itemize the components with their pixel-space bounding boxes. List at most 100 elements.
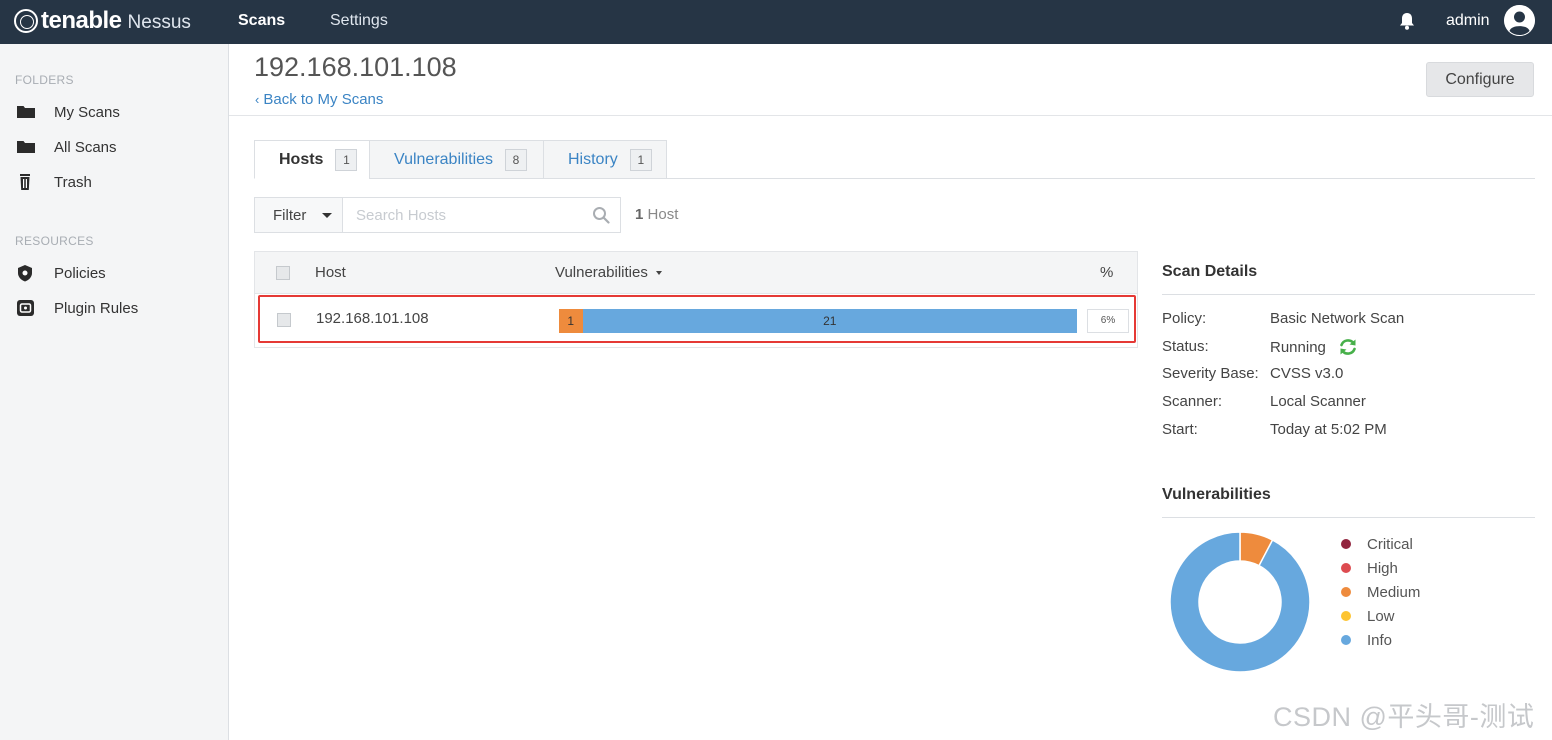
trash-icon: [20, 174, 30, 190]
tab-label: Vulnerabilities: [394, 150, 494, 168]
folder-icon: [17, 106, 35, 118]
back-link-label: Back to My Scans: [263, 91, 384, 108]
sidebar-item-label: Trash: [54, 173, 92, 191]
detail-value-status: Running: [1270, 338, 1326, 356]
legend-label: Info: [1367, 631, 1393, 649]
vulnerabilities-divider: [1162, 517, 1535, 518]
sidebar-item-label: All Scans: [54, 138, 117, 156]
table-row[interactable]: 192.168.101.108 1 21 6%: [258, 295, 1136, 343]
search-hosts-box: [342, 197, 621, 233]
detail-value-severity-base: CVSS v3.0: [1270, 365, 1344, 382]
legend-dot-icon: [1341, 635, 1351, 645]
tenable-logo-icon: [14, 9, 38, 33]
user-avatar-icon[interactable]: [1504, 5, 1535, 36]
detail-value-status-row: Running: [1270, 336, 1359, 358]
sidebar-item-all-scans[interactable]: All Scans: [16, 135, 117, 159]
top-navigation-bar: tenable Nessus Scans Settings admin: [0, 0, 1552, 44]
filter-label: Filter: [273, 206, 307, 224]
tenable-nessus-logo[interactable]: tenable Nessus: [14, 6, 191, 36]
legend-item-low[interactable]: Low: [1341, 606, 1395, 626]
severity-segment-info[interactable]: 21: [582, 309, 1077, 333]
row-checkbox[interactable]: [277, 313, 291, 327]
donut-slice-info[interactable]: [1169, 531, 1311, 673]
filter-dropdown-button[interactable]: Filter: [254, 197, 343, 233]
severity-segment-medium[interactable]: 1: [559, 309, 583, 333]
legend-label: Critical: [1367, 535, 1413, 553]
vulnerabilities-chart-title: Vulnerabilities: [1162, 486, 1271, 503]
csdn-watermark: CSDN @平头哥-测试: [1273, 702, 1535, 732]
configure-button[interactable]: Configure: [1426, 62, 1534, 97]
chevron-left-icon: ‹: [255, 92, 260, 107]
detail-value-policy: Basic Network Scan: [1270, 310, 1405, 327]
bell-icon[interactable]: [1397, 11, 1417, 31]
legend-dot-icon: [1341, 539, 1351, 549]
tab-count-badge: 1: [629, 148, 652, 171]
folder-icon: [17, 141, 35, 153]
caret-down-icon: [322, 213, 332, 218]
legend-label: Medium: [1367, 583, 1421, 601]
column-header-vulnerabilities[interactable]: Vulnerabilities: [555, 264, 662, 281]
detail-label-start: Start:: [1162, 421, 1198, 438]
running-refresh-icon: [1340, 339, 1356, 355]
detail-label-policy: Policy:: [1162, 310, 1207, 327]
legend-dot-icon: [1341, 587, 1351, 597]
tab-label: Hosts: [279, 150, 324, 168]
back-to-my-scans-link[interactable]: ‹ Back to My Scans: [255, 91, 383, 108]
vulnerability-severity-bar[interactable]: 1 21: [559, 309, 1077, 333]
host-ip[interactable]: 192.168.101.108: [316, 310, 429, 327]
legend-dot-icon: [1341, 611, 1351, 621]
detail-value-scanner: Local Scanner: [1270, 393, 1366, 410]
column-header-label: Vulnerabilities: [555, 264, 648, 281]
legend-item-high[interactable]: High: [1341, 558, 1398, 578]
host-count-label: Host: [647, 206, 679, 223]
legend-item-info[interactable]: Info: [1341, 630, 1392, 650]
header-divider: [229, 115, 1552, 116]
search-icon[interactable]: [592, 206, 610, 224]
legend-item-critical[interactable]: Critical: [1341, 534, 1413, 554]
logo-product-text: Nessus: [127, 11, 191, 33]
sidebar-resources-heading: RESOURCES: [15, 234, 94, 248]
sidebar-item-my-scans[interactable]: My Scans: [16, 100, 120, 124]
sidebar-item-trash[interactable]: Trash: [16, 170, 92, 194]
column-header-percent[interactable]: %: [1100, 264, 1113, 281]
logo-brand-text: tenable: [41, 7, 122, 34]
host-count: 1 Host: [635, 206, 678, 223]
hosts-table: Host Vulnerabilities % 192.168.101.108 1…: [254, 251, 1138, 348]
vulnerabilities-donut-chart[interactable]: [1166, 528, 1314, 676]
sort-descending-icon: [655, 271, 662, 276]
legend-dot-icon: [1341, 563, 1351, 573]
tab-vulnerabilities[interactable]: Vulnerabilities 8: [369, 140, 544, 179]
search-hosts-input[interactable]: [343, 198, 583, 232]
sidebar-item-policies[interactable]: Policies: [16, 261, 106, 285]
tab-history[interactable]: History 1: [543, 140, 667, 179]
sidebar-item-label: Plugin Rules: [54, 299, 139, 317]
sidebar-item-label: My Scans: [54, 103, 120, 121]
tab-count-badge: 8: [505, 148, 528, 171]
scan-progress-percent: 6%: [1087, 309, 1129, 333]
user-name[interactable]: admin: [1446, 12, 1490, 30]
sidebar-item-plugin-rules[interactable]: Plugin Rules: [16, 296, 138, 320]
nav-scans[interactable]: Scans: [238, 12, 285, 30]
scan-details-title: Scan Details: [1162, 263, 1258, 280]
detail-label-status: Status:: [1162, 338, 1209, 355]
page-title: 192.168.101.108: [254, 52, 457, 82]
sidebar-item-label: Policies: [54, 264, 106, 282]
shield-icon: [18, 265, 32, 282]
legend-label: High: [1367, 559, 1398, 577]
column-header-host[interactable]: Host: [315, 264, 346, 281]
scan-details-divider: [1162, 294, 1535, 295]
legend-label: Low: [1367, 607, 1395, 625]
table-header: Host Vulnerabilities %: [255, 252, 1137, 294]
detail-label-scanner: Scanner:: [1162, 393, 1223, 410]
sidebar-folders-heading: FOLDERS: [15, 73, 74, 87]
detail-label-severity-base: Severity Base:: [1162, 365, 1259, 382]
host-count-number: 1: [635, 206, 644, 223]
select-all-checkbox[interactable]: [276, 266, 290, 280]
nav-settings[interactable]: Settings: [330, 12, 388, 30]
tab-count-badge: 1: [335, 148, 358, 171]
sidebar: FOLDERS My Scans All Scans Trash RESOURC…: [0, 44, 229, 740]
tab-hosts[interactable]: Hosts 1: [254, 140, 370, 179]
tab-label: History: [568, 150, 618, 168]
plugin-icon: [17, 300, 34, 316]
legend-item-medium[interactable]: Medium: [1341, 582, 1420, 602]
